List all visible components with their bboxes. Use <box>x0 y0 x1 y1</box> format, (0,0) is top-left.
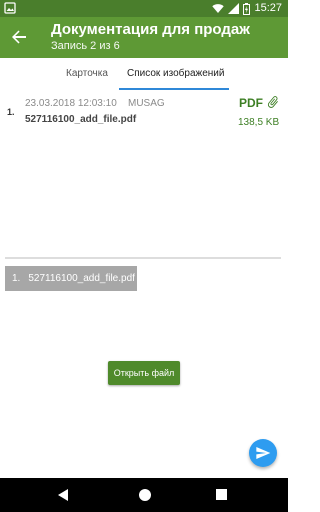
attachment-type: PDF <box>239 96 263 110</box>
send-button[interactable] <box>249 439 277 467</box>
selected-file-number: 1. <box>12 273 21 284</box>
signal-icon <box>228 3 240 14</box>
nav-home-icon[interactable] <box>139 489 151 501</box>
divider <box>5 257 281 259</box>
arrow-back-icon <box>12 30 26 44</box>
attachment-user: MUSAG <box>128 98 165 109</box>
nav-recents-icon[interactable] <box>216 489 227 500</box>
nav-back-icon[interactable] <box>58 489 69 501</box>
paperclip-icon <box>267 96 278 108</box>
attachment-size: 138,5 KB <box>238 117 280 128</box>
page-title: Документация для продаж <box>51 21 250 38</box>
system-nav-bar <box>0 478 288 512</box>
attachment-date: 23.03.2018 12:03:10 <box>25 98 117 109</box>
tab-bar: Карточка Список изображений <box>0 58 288 91</box>
send-icon <box>256 447 271 459</box>
selected-file-chip[interactable]: 1. 527116100_add_file.pdf <box>5 266 137 291</box>
selected-file-name: 527116100_add_file.pdf <box>28 273 135 284</box>
status-bar: 15:27 <box>0 0 288 17</box>
tab-card[interactable]: Карточка <box>66 68 108 79</box>
attachment-filename: 527116100_add_file.pdf <box>25 114 137 125</box>
status-time: 15:27 <box>254 2 282 14</box>
back-button[interactable] <box>8 26 30 48</box>
active-tab-indicator <box>119 88 229 90</box>
attachment-number: 1. <box>7 107 15 117</box>
image-notification-icon <box>4 2 16 14</box>
open-file-button[interactable]: Открыть файл <box>108 361 180 385</box>
wifi-icon <box>212 4 225 13</box>
battery-icon <box>243 2 251 15</box>
app-bar: Документация для продаж Запись 2 из 6 <box>0 17 288 58</box>
record-counter: Запись 2 из 6 <box>51 40 120 52</box>
tab-images-list[interactable]: Список изображений <box>127 68 224 79</box>
